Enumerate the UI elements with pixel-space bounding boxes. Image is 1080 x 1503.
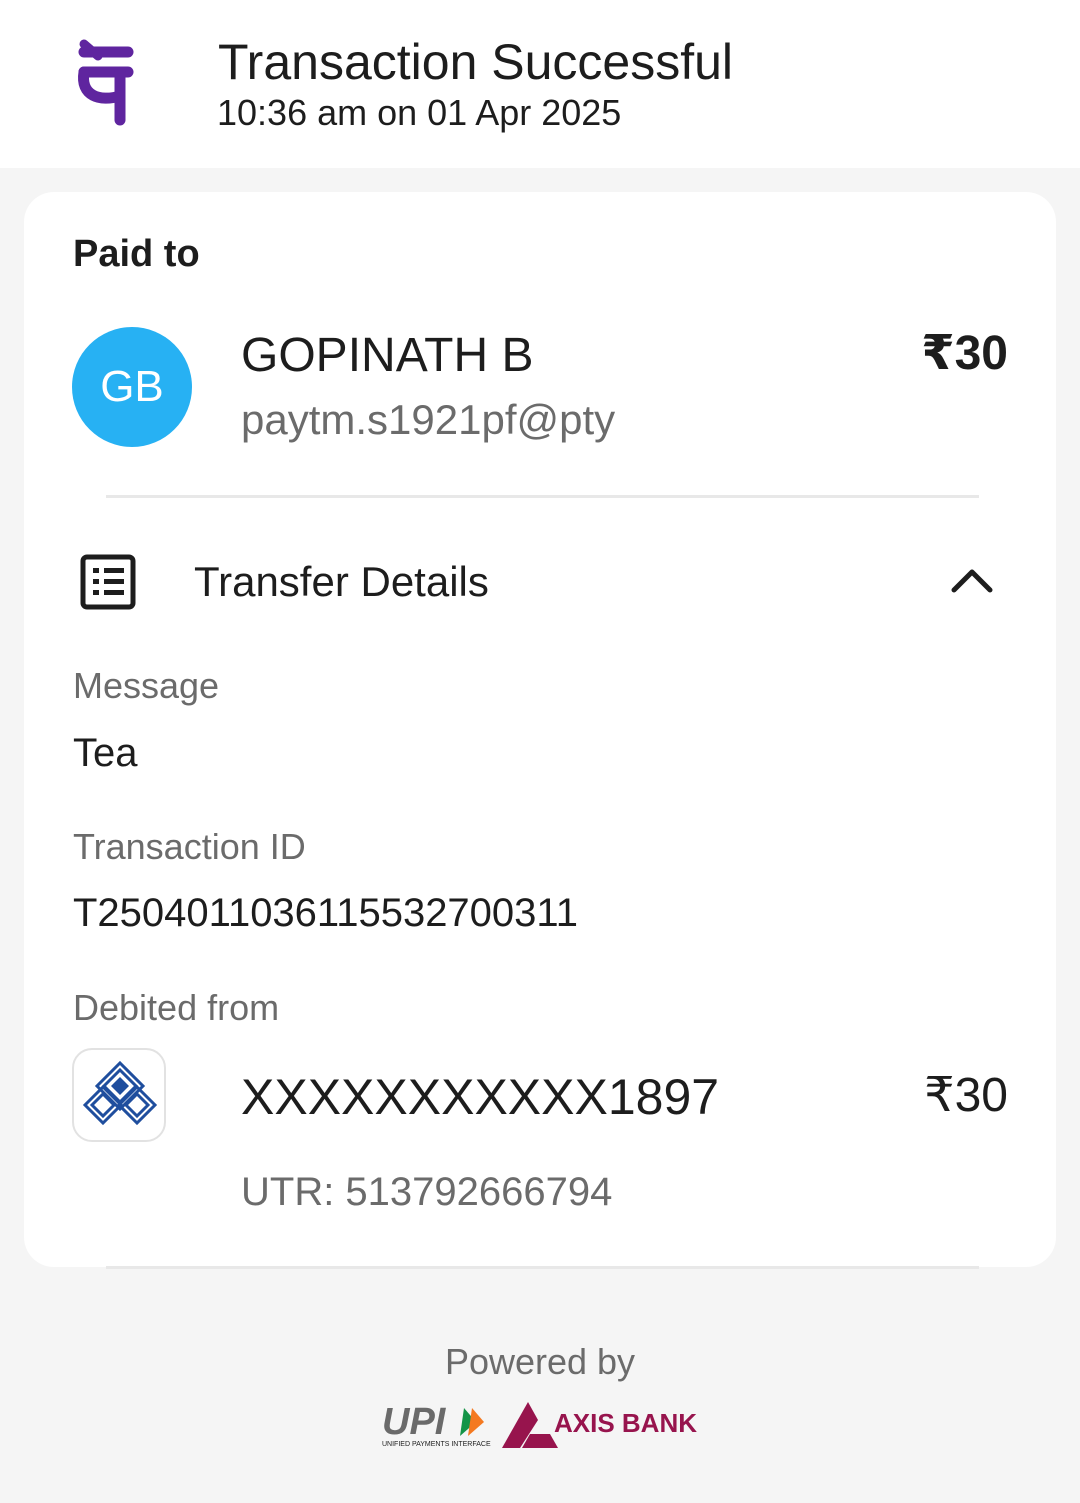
chevron-up-icon[interactable] xyxy=(946,562,998,598)
bank-of-india-logo xyxy=(72,1048,166,1142)
receipt-list-icon xyxy=(80,554,136,610)
paid-amount: ₹30 xyxy=(921,327,1008,380)
divider xyxy=(106,495,979,498)
transaction-id-label: Transaction ID xyxy=(73,826,306,867)
transaction-status-title: Transaction Successful xyxy=(218,34,734,90)
message-value: Tea xyxy=(73,731,138,775)
transfer-details-title[interactable]: Transfer Details xyxy=(194,556,489,608)
payee-avatar[interactable]: GB xyxy=(72,327,192,447)
paid-to-label: Paid to xyxy=(73,233,200,275)
svg-text:UNIFIED PAYMENTS INTERFACE: UNIFIED PAYMENTS INTERFACE xyxy=(382,1441,491,1448)
phonepe-logo xyxy=(78,39,134,126)
transaction-card: Paid to GB GOPINATH B paytm.s1921pf@pty … xyxy=(24,192,1056,1267)
utr-number[interactable]: UTR: 513792666794 xyxy=(241,1168,612,1216)
debited-account-number: XXXXXXXXXXX1897 xyxy=(241,1069,720,1125)
divider xyxy=(106,1266,979,1269)
svg-text:AXIS BANK: AXIS BANK xyxy=(554,1408,697,1438)
svg-text:UPI: UPI xyxy=(382,1401,447,1443)
header: Transaction Successful 10:36 am on 01 Ap… xyxy=(0,0,1080,168)
payee-upi-id: paytm.s1921pf@pty xyxy=(241,396,616,443)
upi-logo: UPI UNIFIED PAYMENTS INTERFACE xyxy=(382,1401,491,1448)
powered-by-label: Powered by xyxy=(444,1341,636,1382)
debited-amount: ₹30 xyxy=(924,1069,1008,1122)
payee-name[interactable]: GOPINATH B xyxy=(241,328,533,384)
debited-from-label: Debited from xyxy=(73,987,280,1028)
transaction-id-value[interactable]: T2504011036115532700311 xyxy=(73,888,578,938)
transaction-datetime: 10:36 am on 01 Apr 2025 xyxy=(217,92,622,133)
axis-bank-logo: AXIS BANK xyxy=(502,1402,697,1448)
message-label: Message xyxy=(73,665,220,706)
